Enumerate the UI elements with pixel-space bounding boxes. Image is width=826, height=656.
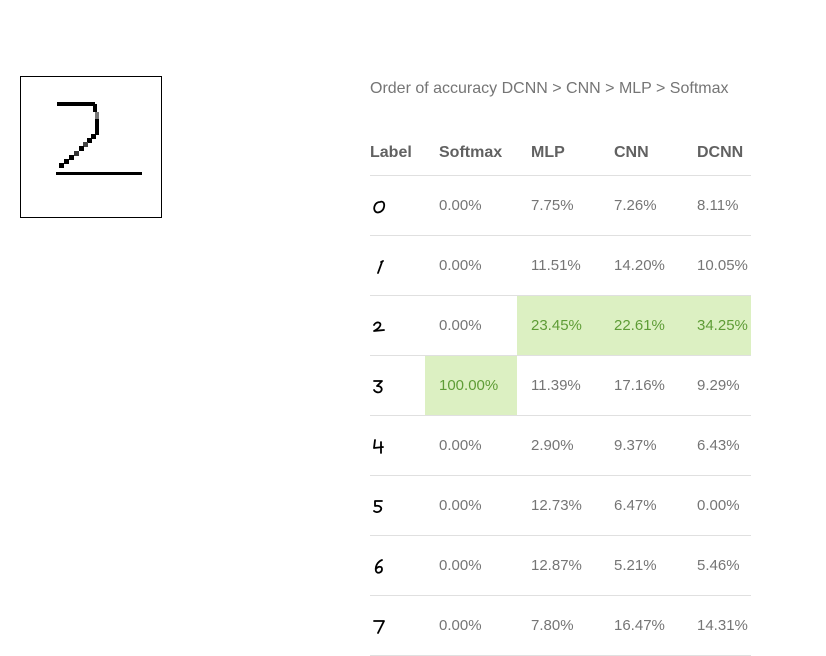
label-cell: 4 (370, 415, 425, 476)
table-row: 1 0.00%11.51%14.20%10.05% (370, 235, 751, 296)
dcnn-probability-cell: 5.46% (683, 535, 751, 596)
dcnn-probability-cell: 14.31% (683, 595, 751, 656)
header-mlp: MLP (517, 130, 600, 176)
dcnn-probability-cell: 9.29% (683, 355, 751, 416)
label-text: 3 (370, 396, 371, 397)
drawing-canvas[interactable] (20, 76, 162, 218)
softmax-probability-cell: 0.00% (425, 415, 517, 476)
cnn-probability-cell: 9.37% (600, 415, 683, 476)
label-text: 7 (370, 636, 371, 637)
softmax-probability-cell: 0.00% (425, 475, 517, 536)
table-header-row: Label Softmax MLP CNN DCNN (370, 130, 751, 176)
table-row: 7 0.00%7.80%16.47%14.31% (370, 595, 751, 656)
softmax-probability-cell: 0.00% (425, 235, 517, 296)
dcnn-probability-cell: 0.00% (683, 475, 751, 536)
predictions-table: Label Softmax MLP CNN DCNN 00.00%7.75%7.… (370, 130, 751, 656)
softmax-probability-cell: 0.00% (425, 175, 517, 236)
digit-6-icon (374, 558, 383, 574)
label-text: 2 (370, 336, 371, 337)
dcnn-probability-cell: 6.43% (683, 415, 751, 476)
cnn-probability-cell: 7.26% (600, 175, 683, 236)
cnn-probability-cell: 14.20% (600, 235, 683, 296)
digit-5-icon (373, 499, 383, 513)
softmax-probability-cell: 0.00% (425, 295, 517, 356)
table-row: 3 100.00%11.39%17.16%9.29% (370, 355, 751, 416)
mlp-probability-cell: 12.73% (517, 475, 600, 536)
mlp-probability-cell: 23.45% (517, 295, 600, 356)
mlp-probability-cell: 2.90% (517, 415, 600, 476)
header-dcnn: DCNN (683, 130, 751, 176)
label-cell: 0 (370, 175, 425, 236)
cnn-probability-cell: 16.47% (600, 595, 683, 656)
digit-1-icon (377, 259, 384, 274)
label-cell: 7 (370, 595, 425, 656)
header-label: Label (370, 130, 425, 176)
label-cell: 2 (370, 295, 425, 356)
label-text: 0 (370, 216, 371, 217)
cnn-probability-cell: 22.61% (600, 295, 683, 356)
mlp-probability-cell: 11.39% (517, 355, 600, 416)
results-panel: Order of accuracy DCNN > CNN > MLP > Sof… (370, 78, 751, 656)
label-text: 6 (370, 576, 371, 577)
cnn-probability-cell: 6.47% (600, 475, 683, 536)
softmax-probability-cell: 0.00% (425, 595, 517, 656)
digit-2-icon (373, 321, 385, 332)
handwritten-digit-icon (56, 102, 142, 175)
digit-4-icon (373, 438, 384, 454)
dcnn-probability-cell: 10.05% (683, 235, 751, 296)
softmax-probability-cell: 0.00% (425, 535, 517, 596)
mlp-probability-cell: 7.80% (517, 595, 600, 656)
mlp-probability-cell: 7.75% (517, 175, 600, 236)
label-text: 4 (370, 456, 371, 457)
table-row: 50.00%12.73%6.47%0.00% (370, 475, 751, 536)
mlp-probability-cell: 11.51% (517, 235, 600, 296)
label-cell: 3 (370, 355, 425, 416)
dcnn-probability-cell: 34.25% (683, 295, 751, 356)
table-row: 2 0.00%23.45%22.61%34.25% (370, 295, 751, 356)
label-text: 5 (370, 516, 371, 517)
header-softmax: Softmax (425, 130, 517, 176)
header-cnn: CNN (600, 130, 683, 176)
cnn-probability-cell: 17.16% (600, 355, 683, 416)
digit-0-icon (373, 200, 386, 213)
label-cell: 1 (370, 235, 425, 296)
table-row: 0 0.00%7.75%7.26%8.11% (370, 175, 751, 236)
accuracy-order-caption: Order of accuracy DCNN > CNN > MLP > Sof… (370, 80, 729, 97)
cnn-probability-cell: 5.21% (600, 535, 683, 596)
table-row: 4 0.00%2.90%9.37%6.43% (370, 415, 751, 476)
label-cell: 5 (370, 475, 425, 536)
softmax-probability-cell: 100.00% (425, 355, 517, 416)
mlp-probability-cell: 12.87% (517, 535, 600, 596)
label-cell: 6 (370, 535, 425, 596)
digit-7-icon (373, 619, 385, 634)
digit-3-icon (373, 379, 383, 393)
table-row: 6 0.00%12.87%5.21%5.46% (370, 535, 751, 596)
dcnn-probability-cell: 8.11% (683, 175, 751, 236)
label-text: 1 (370, 276, 371, 277)
